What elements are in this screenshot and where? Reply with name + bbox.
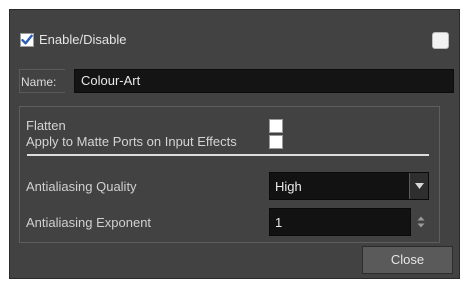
exponent-field[interactable]: 1 — [269, 208, 411, 236]
options-panel: Flatten Apply to Matte Ports on Input Ef… — [19, 106, 440, 243]
quality-value: High — [275, 178, 302, 194]
enable-row: Enable/Disable — [20, 32, 126, 47]
exponent-value: 1 — [275, 214, 283, 230]
enable-checkbox[interactable] — [20, 32, 34, 47]
separator — [27, 154, 429, 156]
close-button[interactable]: Close — [362, 246, 453, 274]
exponent-label: Antialiasing Exponent — [26, 215, 152, 230]
node-color-swatch[interactable] — [432, 32, 449, 49]
flatten-checkbox[interactable] — [269, 119, 283, 133]
matte-row: Apply to Matte Ports on Input Effects — [26, 134, 283, 149]
flatten-row: Flatten — [26, 118, 283, 133]
matte-label: Apply to Matte Ports on Input Effects — [26, 134, 237, 149]
name-input[interactable]: Colour-Art — [74, 69, 454, 93]
checkmark-icon — [21, 34, 33, 44]
flatten-label: Flatten — [26, 118, 66, 133]
quality-label: Antialiasing Quality — [26, 179, 137, 194]
matte-checkbox[interactable] — [269, 135, 283, 149]
spin-arrows-icon[interactable] — [416, 215, 426, 229]
layer-properties-dialog: Enable/Disable Name: Colour-Art Flatten … — [9, 9, 460, 279]
quality-dropdown[interactable]: High — [269, 172, 429, 200]
enable-label: Enable/Disable — [39, 32, 127, 47]
chevron-down-icon[interactable] — [409, 173, 428, 199]
name-row: Name: Colour-Art — [19, 69, 454, 93]
name-label: Name: — [19, 69, 65, 93]
